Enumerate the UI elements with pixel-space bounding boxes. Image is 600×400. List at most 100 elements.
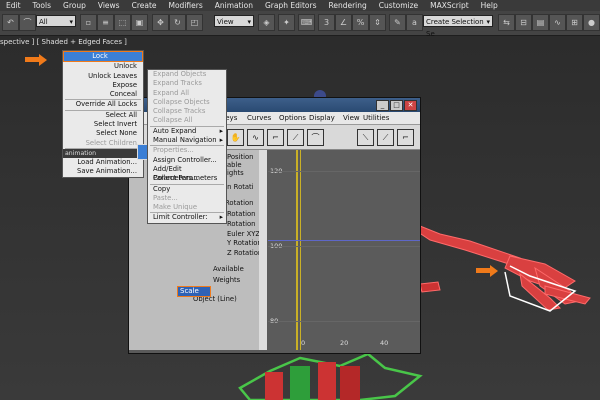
named-selection-icon[interactable]: ✎ bbox=[389, 14, 406, 31]
tree-item[interactable]: Euler XYZ bbox=[227, 230, 260, 238]
close-icon[interactable]: ✕ bbox=[404, 100, 417, 111]
curve-editor-icon[interactable]: ∿ bbox=[549, 14, 566, 31]
tree-item[interactable]: Available bbox=[213, 265, 244, 273]
submenu-item-expand-tracks[interactable]: Expand Tracks bbox=[148, 79, 226, 88]
named-selection-set-input[interactable]: Create Selection Se bbox=[423, 15, 493, 38]
rotate-icon[interactable]: ↻ bbox=[169, 14, 186, 31]
menu-item-select-none[interactable]: Select None bbox=[63, 129, 143, 138]
submenu-item-properties[interactable]: Properties... bbox=[148, 146, 226, 155]
menu-item-override-all-locks[interactable]: Override All Locks bbox=[63, 100, 143, 109]
curve-step-icon[interactable]: ⌐ bbox=[267, 129, 284, 146]
submenu-item-copy[interactable]: Copy bbox=[148, 185, 226, 194]
align-icon[interactable]: ⊟ bbox=[515, 14, 532, 31]
menu-group[interactable]: Group bbox=[57, 0, 92, 11]
menu-item-load-animation[interactable]: Load Animation... bbox=[63, 158, 143, 167]
tree-item[interactable]: Position bbox=[227, 153, 253, 161]
material-editor-icon[interactable]: ● bbox=[583, 14, 600, 31]
tree-scrollbar[interactable] bbox=[259, 150, 267, 350]
menu-maxscript[interactable]: MAXScript bbox=[424, 0, 475, 11]
submenu-item-assign-controller[interactable]: Assign Controller... bbox=[148, 156, 226, 165]
tree-item[interactable]: ights bbox=[227, 169, 244, 177]
menu-item-select-invert[interactable]: Select Invert bbox=[63, 120, 143, 129]
percent-snap-icon[interactable]: % bbox=[352, 14, 369, 31]
menu-graph-editors[interactable]: Graph Editors bbox=[259, 0, 323, 11]
curve-editor-menu-options[interactable]: Options bbox=[279, 112, 306, 124]
window-crossing-icon[interactable]: ▣ bbox=[131, 14, 148, 31]
submenu-item-expand-objects[interactable]: Expand Objects bbox=[148, 70, 226, 79]
curve-editor-menu-utilities[interactable]: Utilities bbox=[363, 112, 389, 124]
pivot-icon[interactable]: ◈ bbox=[258, 14, 275, 31]
reference-coord-dropdown[interactable]: View bbox=[214, 15, 254, 28]
tree-item[interactable]: Rotation bbox=[227, 220, 255, 228]
minimize-icon[interactable]: _ bbox=[376, 100, 389, 111]
menu-create[interactable]: Create bbox=[126, 0, 163, 11]
scale-icon[interactable]: ◰ bbox=[186, 14, 203, 31]
tree-item[interactable]: Y Rotation bbox=[227, 239, 262, 247]
submenu-item-collapse-all[interactable]: Collapse All bbox=[148, 116, 226, 125]
hand-pan-icon[interactable]: ✋ bbox=[227, 129, 244, 146]
menu-modifiers[interactable]: Modifiers bbox=[163, 0, 209, 11]
keyboard-shortcut-icon[interactable]: ⌨ bbox=[298, 14, 315, 31]
tree-item[interactable]: en Rotati bbox=[223, 183, 254, 191]
menu-item-select-children[interactable]: Select Children bbox=[63, 139, 143, 148]
abc-icon[interactable]: a bbox=[406, 14, 423, 31]
submenu-item-manual-navigation[interactable]: Manual Navigation bbox=[148, 136, 226, 146]
curve-editor-menu-view[interactable]: View bbox=[343, 112, 360, 124]
submenu-item-make-unique[interactable]: Make Unique bbox=[148, 203, 226, 212]
submenu-item-auto-expand[interactable]: Auto Expand bbox=[148, 127, 226, 137]
menu-item-unlock[interactable]: Unlock bbox=[63, 62, 143, 71]
submenu-item-limit-controller[interactable]: Limit Controller: bbox=[148, 213, 226, 223]
curve-graph-area[interactable]: 120 100 80 0 20 40 bbox=[268, 150, 420, 350]
tree-item[interactable]: able bbox=[227, 161, 242, 169]
curve-smooth-icon[interactable]: ⌒ bbox=[307, 129, 324, 146]
snap-3d-icon[interactable]: 3 bbox=[318, 14, 335, 31]
menu-help[interactable]: Help bbox=[475, 0, 504, 11]
submenu-item-collapse-tracks[interactable]: Collapse Tracks bbox=[148, 107, 226, 116]
tangent-fast-icon[interactable]: ⟋ bbox=[377, 129, 394, 146]
menu-rendering[interactable]: Rendering bbox=[322, 0, 372, 11]
curve-editor-menu-display[interactable]: Display bbox=[309, 112, 335, 124]
rect-select-icon[interactable]: ⬚ bbox=[114, 14, 131, 31]
viewport-label[interactable]: spective ] [ Shaded + Edged Faces ] bbox=[0, 38, 127, 46]
submenu-item-collapse-objects[interactable]: Collapse Objects bbox=[148, 98, 226, 107]
move-icon[interactable]: ✥ bbox=[152, 14, 169, 31]
menu-animation[interactable]: Animation bbox=[209, 0, 259, 11]
mirror-icon[interactable]: ⇆ bbox=[498, 14, 515, 31]
menu-item-expose[interactable]: Expose bbox=[63, 81, 143, 90]
layer-icon[interactable]: ▤ bbox=[532, 14, 549, 31]
menu-item-conceal[interactable]: Conceal bbox=[63, 90, 143, 99]
menu-customize[interactable]: Customize bbox=[373, 0, 424, 11]
select-object-icon[interactable]: ▫ bbox=[80, 14, 97, 31]
submenu-item-expand-all[interactable]: Expand All bbox=[148, 89, 226, 98]
menu-tools[interactable]: Tools bbox=[27, 0, 57, 11]
spinner-snap-icon[interactable]: ⇕ bbox=[369, 14, 386, 31]
link-icon[interactable]: ⌒ bbox=[19, 14, 36, 31]
menu-item-unlock-leaves[interactable]: Unlock Leaves bbox=[63, 72, 143, 81]
maximize-icon[interactable]: □ bbox=[390, 100, 403, 111]
time-slider-line[interactable] bbox=[296, 150, 298, 350]
tangent-flat-icon[interactable]: ⟍ bbox=[357, 129, 374, 146]
curve-tangent-icon[interactable]: ∿ bbox=[247, 129, 264, 146]
schematic-view-icon[interactable]: ⊞ bbox=[566, 14, 583, 31]
select-by-name-icon[interactable]: ≡ bbox=[97, 14, 114, 31]
menu-item-save-animation[interactable]: Save Animation... bbox=[63, 167, 143, 176]
selection-filter-dropdown[interactable]: All bbox=[36, 15, 76, 28]
menu-item-lock[interactable]: Lock bbox=[63, 51, 143, 63]
tree-item[interactable]: Rotation bbox=[227, 210, 255, 218]
submenu-item-add-edit-parameters[interactable]: Add/Edit Parameters... bbox=[148, 165, 226, 182]
undo-icon[interactable]: ↶ bbox=[2, 14, 19, 31]
submenu-item-collect-parameters[interactable]: Collect Parameters bbox=[148, 174, 226, 183]
tree-item[interactable]: Weights bbox=[213, 276, 240, 284]
menu-edit[interactable]: Edit bbox=[0, 0, 27, 11]
angle-snap-icon[interactable]: ∠ bbox=[335, 14, 352, 31]
tangent-slow-icon[interactable]: ⌐ bbox=[397, 129, 414, 146]
menu-views[interactable]: Views bbox=[92, 0, 126, 11]
select-manipulate-icon[interactable]: ✦ bbox=[278, 14, 295, 31]
curve-editor-menu-curves[interactable]: Curves bbox=[247, 112, 271, 124]
submenu-item-paste[interactable]: Paste... bbox=[148, 194, 226, 203]
tree-item[interactable]: Z Rotation bbox=[227, 249, 262, 257]
tree-item-scale-selected[interactable]: Scale bbox=[177, 286, 211, 297]
tree-item[interactable]: Rotation bbox=[225, 199, 253, 207]
menu-item-select-all[interactable]: Select All bbox=[63, 111, 143, 120]
curve-linear-icon[interactable]: ⟋ bbox=[287, 129, 304, 146]
